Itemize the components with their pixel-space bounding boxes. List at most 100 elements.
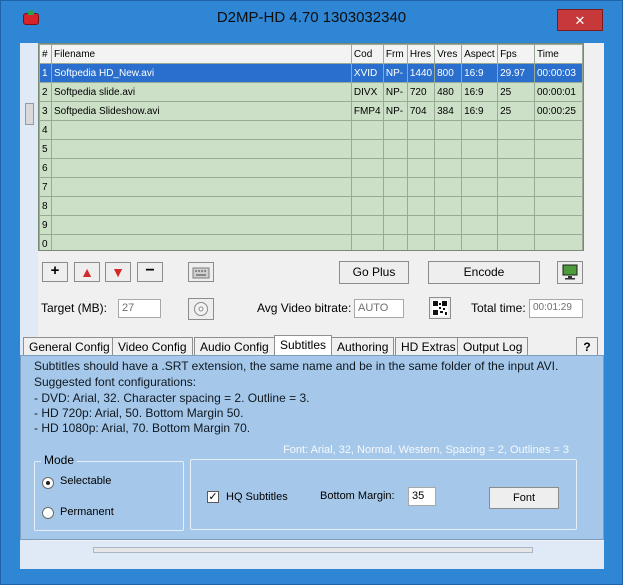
col-header-vres[interactable]: Vres bbox=[434, 44, 463, 64]
table-row[interactable]: 6 bbox=[39, 158, 583, 178]
move-down-button[interactable]: ▼ bbox=[105, 262, 131, 282]
progress-bar bbox=[93, 547, 533, 553]
font-button[interactable]: Font bbox=[489, 487, 559, 509]
row-codec: FMP4 bbox=[350, 101, 384, 121]
tab-video-config[interactable]: Video Config bbox=[112, 337, 193, 356]
total-time-field: 00:01:29 bbox=[529, 299, 583, 318]
monitor-icon[interactable] bbox=[557, 261, 583, 284]
hq-subtitle-group: ✓ HQ Subtitles Bottom Margin: 35 Font bbox=[190, 459, 577, 530]
row-codec: DIVX bbox=[350, 82, 384, 102]
table-row[interactable]: 5 bbox=[39, 139, 583, 159]
table-row[interactable]: 4 bbox=[39, 120, 583, 140]
table-row[interactable]: 0 bbox=[39, 234, 583, 250]
row-number: 1 bbox=[39, 63, 52, 83]
row-number: 5 bbox=[39, 139, 52, 159]
table-row[interactable]: 8 bbox=[39, 196, 583, 216]
row-number: 6 bbox=[39, 158, 52, 178]
qr-code-icon[interactable] bbox=[429, 297, 451, 319]
row-codec: XVID bbox=[350, 63, 384, 83]
row-filename: Softpedia Slideshow.avi bbox=[50, 101, 352, 121]
col-header-time[interactable]: Time bbox=[534, 44, 583, 64]
bitrate-label: Avg Video bitrate: bbox=[257, 301, 352, 315]
hq-subtitles-checkbox[interactable]: ✓ bbox=[207, 491, 219, 503]
row-number: 7 bbox=[39, 177, 52, 197]
go-plus-button[interactable]: Go Plus bbox=[339, 261, 409, 284]
close-button[interactable]: ✕ bbox=[557, 9, 603, 31]
row-time: 00:00:01 bbox=[534, 82, 583, 102]
add-file-button[interactable]: + bbox=[42, 262, 68, 282]
row-frame: NP- bbox=[382, 82, 408, 102]
col-header-filename[interactable]: Filename bbox=[50, 44, 352, 64]
row-number: 9 bbox=[39, 215, 52, 235]
tab-subtitles[interactable]: Subtitles bbox=[274, 335, 333, 356]
subtitles-info-line2: Suggested font configurations: bbox=[34, 375, 197, 389]
total-time-label: Total time: bbox=[471, 301, 526, 315]
table-header: # Filename Cod Frm Hres Vres Aspect Fps … bbox=[39, 44, 583, 64]
selectable-label[interactable]: Selectable bbox=[60, 475, 111, 487]
row-number: 0 bbox=[39, 234, 52, 250]
tab-audio-config[interactable]: Audio Config bbox=[194, 337, 275, 356]
subtitles-info-line4: - HD 720p: Arial, 50. Bottom Margin 50. bbox=[34, 406, 244, 420]
col-header-cod[interactable]: Cod bbox=[350, 44, 384, 64]
font-summary: Font: Arial, 32, Normal, Western, Spacin… bbox=[283, 444, 569, 456]
status-bar bbox=[20, 541, 604, 569]
row-time: 00:00:03 bbox=[534, 63, 583, 83]
tab-strip: General Config Video Config Audio Config… bbox=[20, 335, 604, 356]
row-number: 8 bbox=[39, 196, 52, 216]
subtitles-info-line1: Subtitles should have a .SRT extension, … bbox=[34, 359, 559, 373]
row-fps: 25 bbox=[497, 101, 535, 121]
row-number: 2 bbox=[39, 82, 52, 102]
row-aspect: 16:9 bbox=[461, 63, 499, 83]
row-filename: Softpedia HD_New.avi bbox=[50, 63, 352, 83]
remove-file-button[interactable]: − bbox=[137, 262, 163, 282]
row-hres: 720 bbox=[406, 82, 436, 102]
row-hres: 704 bbox=[406, 101, 436, 121]
col-header-num[interactable]: # bbox=[39, 44, 52, 64]
move-up-button[interactable]: ▲ bbox=[74, 262, 100, 282]
row-time: 00:00:25 bbox=[534, 101, 583, 121]
row-number: 3 bbox=[39, 101, 52, 121]
row-number: 4 bbox=[39, 120, 52, 140]
table-row[interactable]: 3 Softpedia Slideshow.avi FMP4 NP- 704 3… bbox=[39, 101, 583, 121]
row-aspect: 16:9 bbox=[461, 101, 499, 121]
permanent-label[interactable]: Permanent bbox=[60, 506, 114, 518]
file-list[interactable]: # Filename Cod Frm Hres Vres Aspect Fps … bbox=[38, 43, 584, 251]
col-header-hres[interactable]: Hres bbox=[406, 44, 436, 64]
bitrate-input[interactable]: AUTO bbox=[354, 299, 404, 318]
mode-group-title: Mode bbox=[41, 453, 78, 467]
bottom-margin-input[interactable]: 35 bbox=[408, 487, 436, 506]
row-aspect: 16:9 bbox=[461, 82, 499, 102]
col-header-aspect[interactable]: Aspect bbox=[461, 44, 499, 64]
row-frame: NP- bbox=[382, 101, 408, 121]
mode-group: Mode Selectable Permanent bbox=[34, 453, 184, 531]
tab-help[interactable]: ? bbox=[576, 337, 598, 356]
selectable-radio[interactable] bbox=[42, 477, 54, 489]
disc-icon[interactable] bbox=[188, 298, 214, 320]
tab-authoring[interactable]: Authoring bbox=[331, 337, 395, 356]
table-row[interactable]: 7 bbox=[39, 177, 583, 197]
table-row[interactable]: 9 bbox=[39, 215, 583, 235]
col-header-fps[interactable]: Fps bbox=[497, 44, 535, 64]
title-bar[interactable]: D2MP-HD 4.70 1303032340 ✕ bbox=[1, 1, 622, 33]
row-filename: Softpedia slide.avi bbox=[50, 82, 352, 102]
bottom-margin-label: Bottom Margin: bbox=[320, 490, 395, 502]
encode-button[interactable]: Encode bbox=[428, 261, 540, 284]
row-hres: 1440 bbox=[406, 63, 436, 83]
hq-subtitles-label[interactable]: HQ Subtitles bbox=[226, 491, 288, 503]
tab-general-config[interactable]: General Config bbox=[23, 337, 116, 356]
side-scroll-thumb[interactable] bbox=[25, 103, 34, 125]
tab-output-log[interactable]: Output Log bbox=[457, 337, 529, 356]
subtitles-panel: Subtitles should have a .SRT extension, … bbox=[20, 355, 604, 540]
table-row[interactable]: 1 Softpedia HD_New.avi XVID NP- 1440 800… bbox=[39, 63, 583, 83]
row-vres: 480 bbox=[434, 82, 463, 102]
row-vres: 800 bbox=[434, 63, 463, 83]
col-header-frm[interactable]: Frm bbox=[382, 44, 408, 64]
permanent-radio[interactable] bbox=[42, 507, 54, 519]
keyboard-icon[interactable] bbox=[188, 262, 214, 282]
tab-hd-extras[interactable]: HD Extras bbox=[395, 337, 462, 356]
target-input[interactable]: 27 bbox=[118, 299, 161, 318]
target-label: Target (MB): bbox=[41, 301, 108, 315]
row-fps: 29.97 bbox=[497, 63, 535, 83]
table-row[interactable]: 2 Softpedia slide.avi DIVX NP- 720 480 1… bbox=[39, 82, 583, 102]
subtitles-info-line5: - HD 1080p: Arial, 70. Bottom Margin 70. bbox=[34, 421, 251, 435]
